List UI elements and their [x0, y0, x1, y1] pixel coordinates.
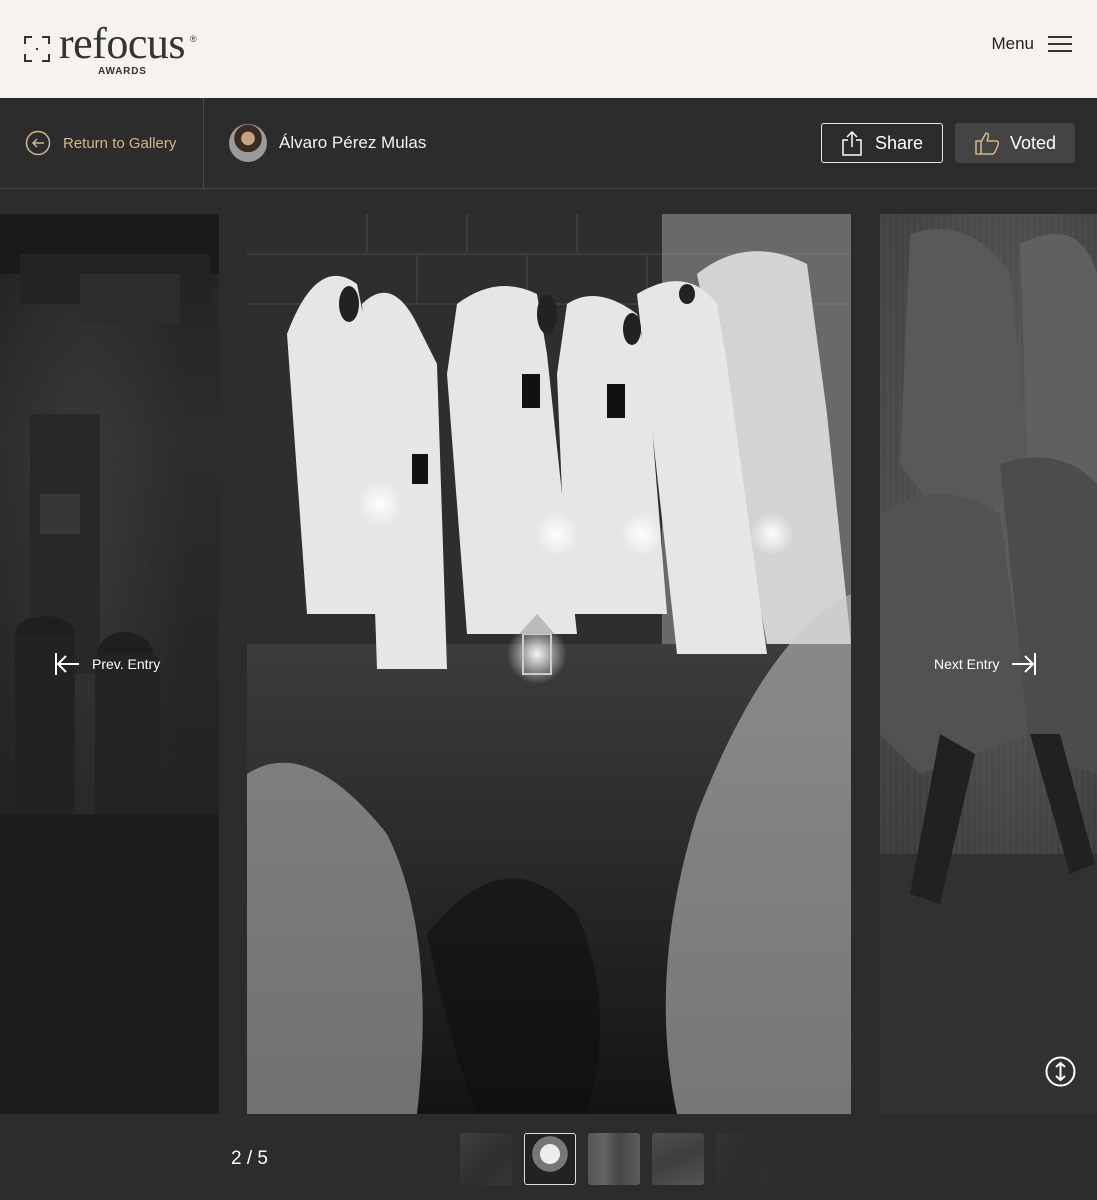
gallery-footer: 2 / 5: [0, 1115, 1097, 1200]
author-name: Álvaro Pérez Mulas: [279, 133, 427, 152]
entry-counter: 2 / 5: [231, 1148, 268, 1169]
voted-button[interactable]: Voted: [955, 123, 1075, 163]
thumbnail-2-active[interactable]: [524, 1133, 576, 1185]
thumbnail-1[interactable]: [460, 1133, 512, 1185]
next-entry-label: Next Entry: [934, 656, 1000, 672]
share-button[interactable]: Share: [821, 123, 943, 163]
voted-label: Voted: [1009, 132, 1057, 153]
prev-arrow-icon: [55, 653, 79, 675]
toolbar-divider: [203, 98, 204, 189]
photo-carousel: Prev. Entry Next Entry: [0, 190, 1097, 1115]
prev-entry-label: Prev. Entry: [92, 656, 161, 672]
share-icon: [842, 130, 862, 156]
scroll-icon[interactable]: [1045, 1056, 1076, 1087]
thumbnail-4[interactable]: [652, 1133, 704, 1185]
menu-button[interactable]: Menu: [991, 34, 1072, 54]
main-photo[interactable]: [247, 214, 851, 1114]
menu-label: Menu: [991, 34, 1034, 53]
thumbs-up-icon: [975, 132, 1000, 155]
logo-subtitle: AWARDS: [98, 66, 147, 77]
hamburger-icon: [1048, 34, 1072, 54]
author-info[interactable]: Álvaro Pérez Mulas: [229, 124, 426, 162]
entry-toolbar: Return to Gallery Álvaro Pérez Mulas Sha…: [0, 98, 1097, 189]
logo-bracket-icon: [24, 36, 50, 62]
site-header: refocus ® AWARDS Menu: [0, 0, 1097, 98]
refocus-logo[interactable]: refocus ® AWARDS: [24, 18, 204, 80]
prev-entry-button[interactable]: Prev. Entry: [54, 652, 160, 676]
logo-wordmark: refocus: [59, 19, 186, 68]
share-label: Share: [874, 132, 924, 153]
back-arrow-icon: [25, 130, 51, 156]
thumbnail-3[interactable]: [588, 1133, 640, 1185]
next-arrow-icon: [1012, 653, 1037, 675]
return-to-gallery-link[interactable]: Return to Gallery: [25, 130, 176, 156]
avatar: [229, 124, 267, 162]
next-entry-button[interactable]: Next Entry: [934, 652, 1037, 676]
logo-registered-mark: ®: [190, 34, 197, 44]
return-label: Return to Gallery: [63, 134, 177, 152]
thumbnail-5[interactable]: [716, 1133, 768, 1185]
thumbnail-strip: [460, 1133, 768, 1185]
main-photo-scene: [247, 214, 851, 1114]
